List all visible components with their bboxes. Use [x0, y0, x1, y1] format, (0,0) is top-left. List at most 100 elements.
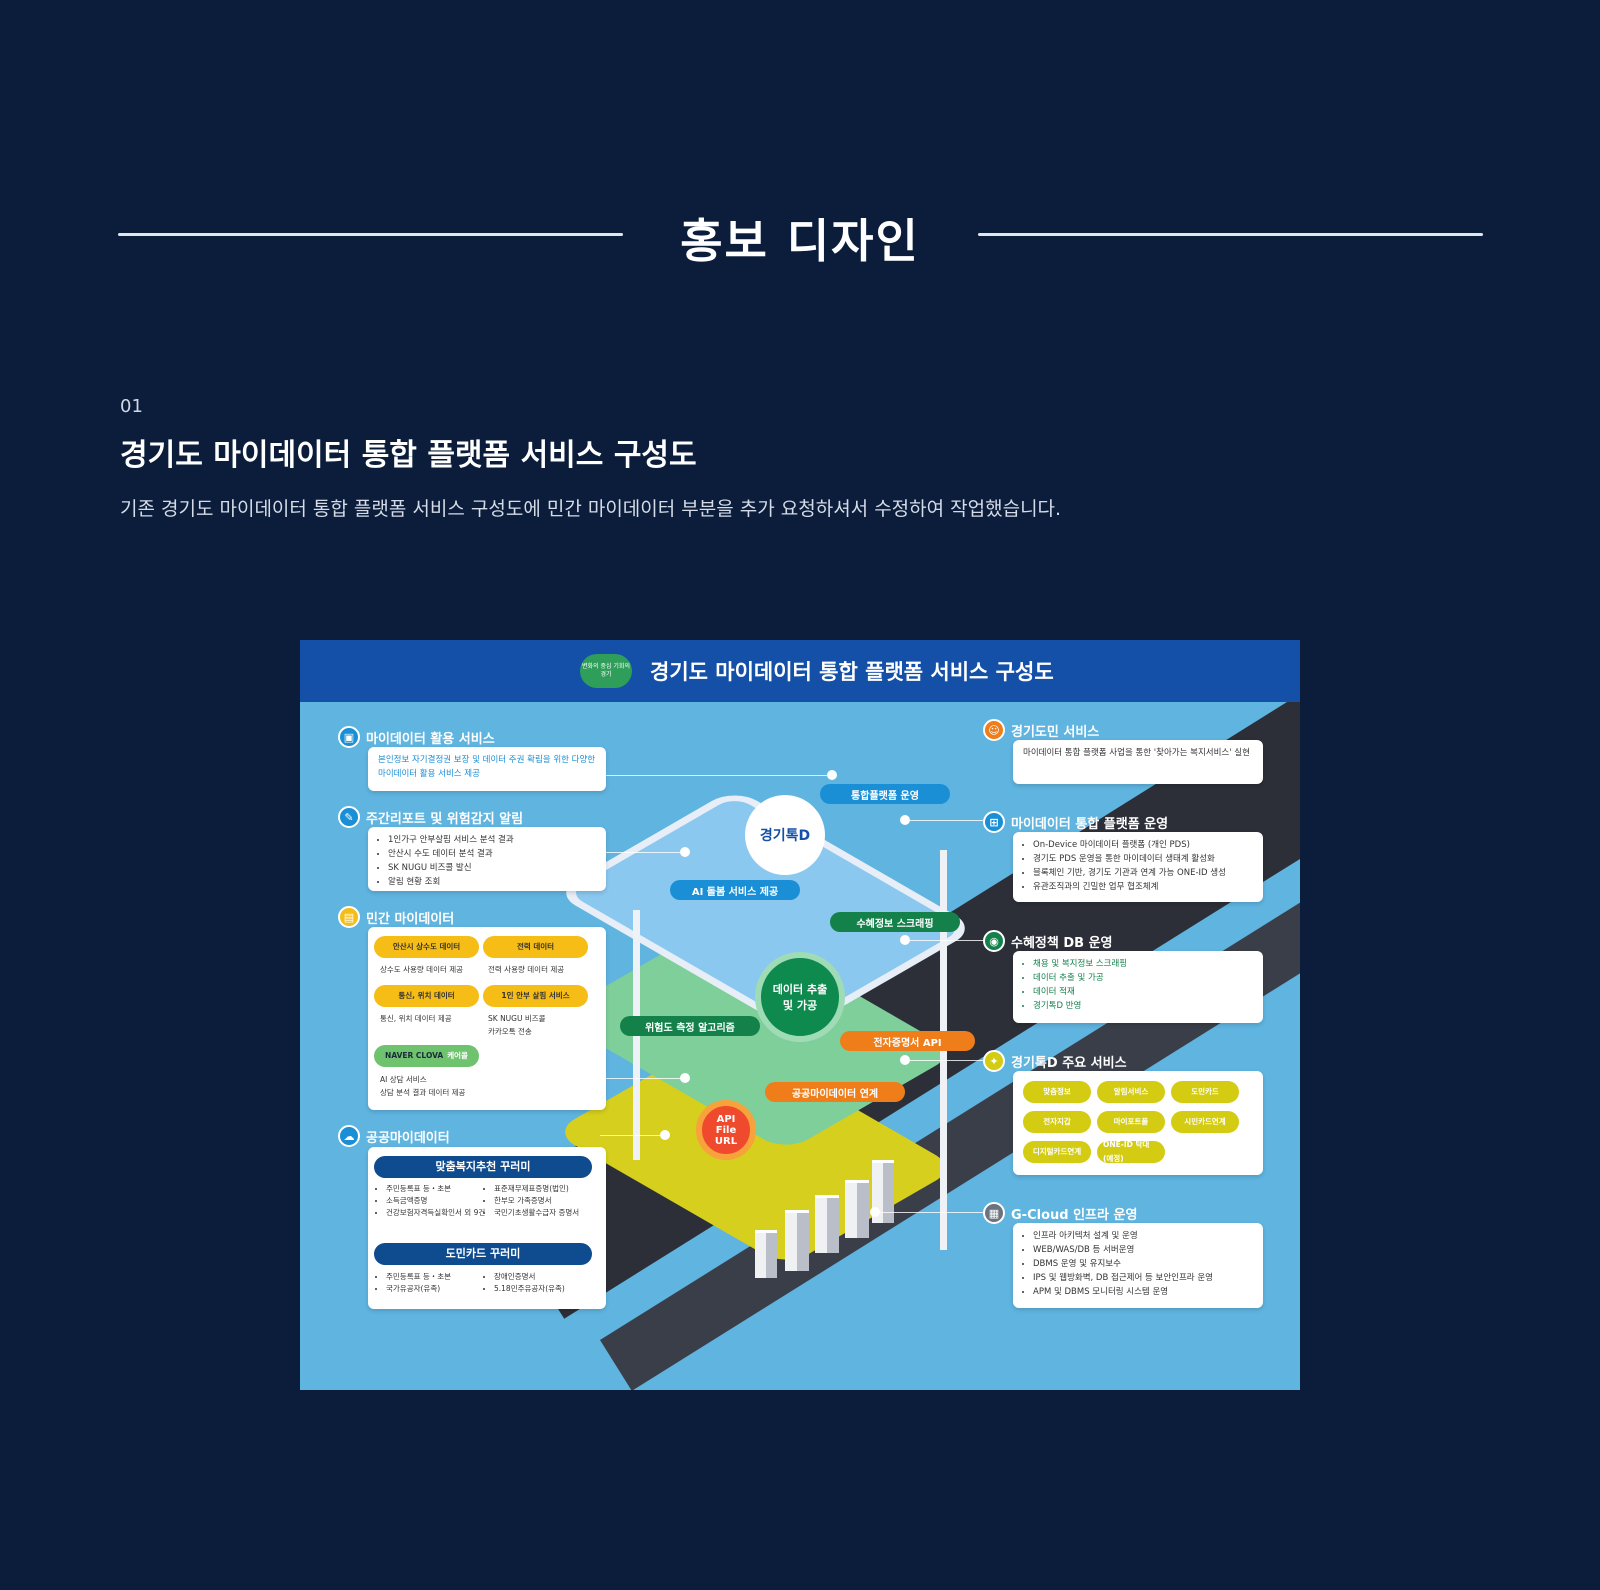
list-item: 장애인증명서 [494, 1271, 612, 1283]
service-chip: 맞춤정보 [1023, 1081, 1091, 1103]
connector-node [900, 1055, 910, 1065]
mydata-service-text: 본인정보 자기결정권 보장 및 데이터 주권 확립을 위한 다양한 마이데이터 … [378, 755, 596, 779]
section-title: 경기도 마이데이터 통합 플랫폼 서비스 구성도 [120, 438, 697, 473]
brand-circle: 경기톡D [745, 795, 825, 875]
connector-line [600, 775, 830, 776]
telecom-data-chip: 통신, 위치 데이터 [374, 985, 479, 1007]
welfare-package-header: 맞춤복지추천 꾸러미 [374, 1156, 592, 1178]
list-item: APM 및 DBMS 모니터링 시스템 운영 [1033, 1285, 1255, 1299]
citizen-service-title: 경기도민 서비스 [1011, 724, 1100, 740]
talk-d-label: ✦ 경기톡D 주요 서비스 [983, 1050, 1127, 1072]
person-icon: ☺ [983, 719, 1005, 741]
building-4 [845, 1180, 869, 1238]
gcloud-card: 인프라 아키텍처 설계 및 운영 WEB/WAS/DB 등 서버운영 DBMS … [1013, 1223, 1263, 1308]
report-icon: ✎ [338, 806, 360, 828]
chip-note: 상담 분석 결과 데이터 제공 [380, 1088, 466, 1097]
citizen-service-card: 마이데이터 통합 플랫폼 사업을 통한 '찾아가는 복지서비스' 실현 [1013, 740, 1263, 784]
public-link-pill: 공공마이데이터 연계 [765, 1082, 905, 1102]
connector-node [827, 770, 837, 780]
connector-node [870, 1207, 880, 1217]
cloud-icon: ☁ [338, 1125, 360, 1147]
weekly-report-title: 주간리포트 및 위험감지 알림 [366, 811, 524, 827]
connector-line [600, 1135, 665, 1136]
connector-line [905, 820, 983, 821]
chip-note: AI 상담 서비스 [380, 1075, 427, 1084]
building-3 [815, 1195, 839, 1253]
platform-ops-card: On-Device 마이데이터 플랫폼 (개인 PDS) 경기도 PDS 운영을… [1013, 832, 1263, 902]
connector-line [905, 940, 983, 941]
clova-brand: NAVER CLOVA [385, 1051, 444, 1060]
page-title: 홍보 디자인 [680, 214, 920, 268]
list-item: 데이터 추출 및 가공 [1033, 971, 1255, 985]
connector-line [600, 852, 685, 853]
service-chip: 도민카드 [1171, 1081, 1239, 1103]
api-label: API File URL [714, 1113, 738, 1147]
service-chip: 마이포트폴 [1097, 1111, 1165, 1133]
ai-care-pill: AI 돌봄 서비스 제공 [670, 880, 800, 900]
document-icon: ▤ [338, 906, 360, 928]
scraping-pill: 수혜정보 스크래핑 [830, 912, 960, 932]
mydata-service-card: 본인정보 자기결정권 보장 및 데이터 주권 확립을 위한 다양한 마이데이터 … [368, 747, 606, 791]
welfare-db-title: 수혜정책 DB 운영 [1011, 935, 1113, 951]
section-number: 01 [120, 396, 143, 417]
list-item: 알림 현황 조회 [388, 875, 598, 889]
service-chip: 알림서비스 [1097, 1081, 1165, 1103]
brand-label: 경기톡D [759, 828, 811, 844]
lightbulb-icon: ✦ [983, 1050, 1005, 1072]
public-mydata-label: ☁ 공공마이데이터 [338, 1125, 450, 1147]
citizen-service-text: 마이데이터 통합 플랫폼 사업을 통한 '찾아가는 복지서비스' 실현 [1023, 748, 1250, 758]
header-line-right [978, 233, 1483, 236]
list-item: On-Device 마이데이터 플랫폼 (개인 PDS) [1033, 838, 1255, 852]
connector-node [680, 1073, 690, 1083]
mydata-service-label: ▣ 마이데이터 활용 서비스 [338, 726, 495, 748]
list-item: 경기톡D 반영 [1033, 999, 1255, 1013]
service-chip: 전자지갑 [1023, 1111, 1091, 1133]
server-icon: ⊞ [983, 811, 1005, 833]
care-service-chip: 1인 안부 살핌 서비스 [483, 985, 588, 1007]
building-1 [755, 1230, 777, 1278]
weekly-report-card: 1인가구 안부살핌 서비스 분석 결과 안산시 수도 데이터 분석 결과 SK … [368, 827, 606, 891]
extract-circle: 데이터 추출 및 가공 [755, 952, 845, 1042]
private-mydata-label: ▤ 민간 마이데이터 [338, 906, 454, 928]
clova-chip: NAVER CLOVA 케어콜 [374, 1045, 479, 1067]
list-item: 표준재무제표증명(법인) [494, 1183, 612, 1195]
chip-note: 전력 사용량 데이터 제공 [488, 965, 565, 974]
list-item: WEB/WAS/DB 등 서버운영 [1033, 1243, 1255, 1257]
citizen-card-package-header: 도민카드 꾸러미 [374, 1243, 592, 1265]
service-chip: 디지털카드연계 [1023, 1141, 1091, 1163]
private-mydata-title: 민간 마이데이터 [366, 911, 455, 927]
weekly-report-label: ✎ 주간리포트 및 위험감지 알림 [338, 806, 523, 828]
welfare-db-label: ◉ 수혜정책 DB 운영 [983, 930, 1113, 952]
chip-note: 상수도 사용량 데이터 제공 [380, 965, 464, 974]
list-item: DBMS 운영 및 유지보수 [1033, 1257, 1255, 1271]
talk-d-card: 맞춤정보 알림서비스 도민카드 전자지갑 마이포트폴 시민카드연계 디지털카드연… [1013, 1071, 1263, 1175]
poster-title: 경기도 마이데이터 통합 플랫폼 서비스 구성도 [650, 660, 1054, 684]
public-mydata-card: 맞춤복지추천 꾸러미 주민등록표 등・초본 소득금액증명 건강보험자격득실확인서… [368, 1147, 606, 1309]
connector-line [600, 1078, 685, 1079]
platform-ops-label: ⊞ 마이데이터 통합 플랫폼 운영 [983, 811, 1168, 833]
list-item: SK NUGU 비즈콜 발신 [388, 861, 598, 875]
service-chip: 시민카드연계 [1171, 1111, 1239, 1133]
private-mydata-card: 안산시 상수도 데이터 전력 데이터 상수도 사용량 데이터 제공 전력 사용량… [368, 927, 606, 1110]
connector-node [660, 1130, 670, 1140]
clova-label: 케어콜 [447, 1051, 468, 1060]
cloud-server-icon: ▦ [983, 1202, 1005, 1224]
gcloud-title: G-Cloud 인프라 운영 [1011, 1207, 1138, 1223]
chip-note: 카카오톡 전송 [488, 1027, 532, 1036]
power-data-chip: 전력 데이터 [483, 936, 588, 958]
connector-line [875, 1212, 983, 1213]
gyeonggi-logo: 변화의 중심 기회의 경기 [580, 654, 632, 688]
public-mydata-title: 공공마이데이터 [366, 1130, 450, 1146]
list-item: 블록체인 기반, 경기도 기관과 연계 가능 ONE-ID 생성 [1033, 866, 1255, 880]
monitor-icon: ▣ [338, 726, 360, 748]
extract-label: 데이터 추출 및 가공 [772, 983, 828, 1012]
list-item: 1인가구 안부살핌 서비스 분석 결과 [388, 833, 598, 847]
list-item: 안산시 수도 데이터 분석 결과 [388, 847, 598, 861]
list-item: 경기도 PDS 운영을 통한 마이데이터 생태계 활성화 [1033, 852, 1255, 866]
database-icon: ◉ [983, 930, 1005, 952]
gcloud-label: ▦ G-Cloud 인프라 운영 [983, 1202, 1137, 1224]
risk-algorithm-pill: 위험도 측정 알고리즘 [620, 1016, 760, 1036]
talk-d-title: 경기톡D 주요 서비스 [1011, 1055, 1127, 1071]
list-item: 한부모 가족증명서 [494, 1195, 612, 1207]
connector-node [900, 815, 910, 825]
